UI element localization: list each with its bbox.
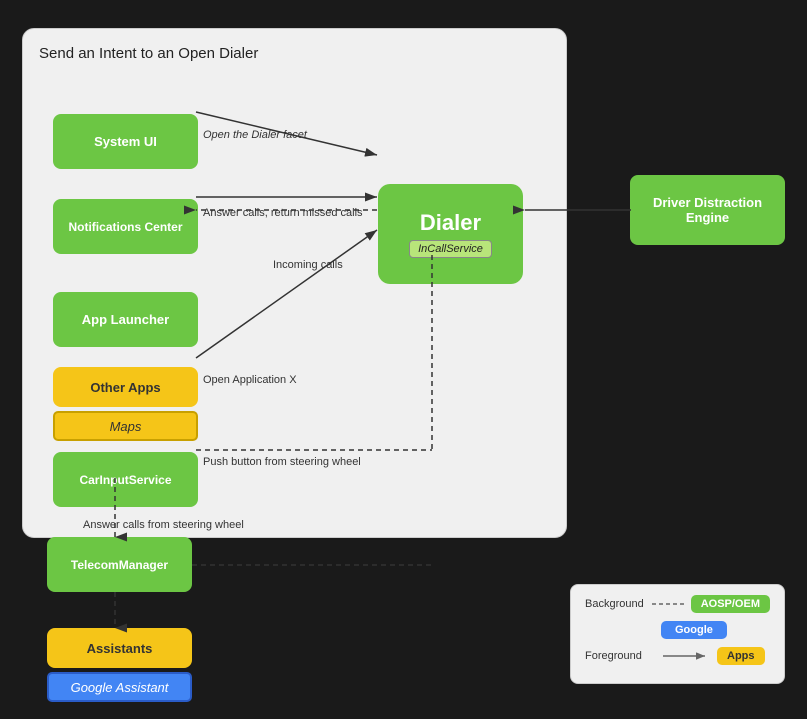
telecom-box: TelecomManager: [47, 537, 192, 592]
open-dialer-label: Open the Dialer facet: [203, 129, 307, 141]
google-label: Google: [661, 621, 727, 639]
system-ui-box: System UI: [53, 114, 198, 169]
google-assistant-box: Google Assistant: [47, 672, 192, 702]
legend-box: Background AOSP/OEM Google Foreground Ap…: [570, 584, 785, 684]
legend-background-row: Background AOSP/OEM: [585, 595, 770, 613]
foreground-arrow: [661, 650, 711, 662]
incoming-calls-label: Incoming calls: [273, 259, 343, 271]
background-arrow: [650, 598, 685, 610]
carinput-box: CarInputService: [53, 452, 198, 507]
push-button-label: Push button from steering wheel: [203, 456, 361, 468]
open-app-label: Open Application X: [203, 374, 297, 386]
notifications-center-box: Notifications Center: [53, 199, 198, 254]
assistants-section: Assistants Google Assistant: [47, 628, 192, 698]
dialer-box: Dialer InCallService: [378, 184, 523, 284]
legend-google-row: Google: [585, 621, 770, 639]
main-diagram: Send an Intent to an Open Dialer System …: [22, 28, 567, 538]
diagram-title: Send an Intent to an Open Dialer: [39, 45, 258, 62]
apps-label: Apps: [717, 647, 765, 665]
other-apps-box: Other Apps: [53, 367, 198, 407]
assistants-box: Assistants: [47, 628, 192, 668]
legend-foreground-row: Foreground Apps: [585, 647, 770, 665]
maps-box: Maps: [53, 411, 198, 441]
foreground-label: Foreground: [585, 650, 655, 662]
answer-calls-label: Answer calls, return missed calls: [203, 207, 363, 219]
aosp-label: AOSP/OEM: [691, 595, 770, 613]
app-launcher-box: App Launcher: [53, 292, 198, 347]
driver-distraction-box: Driver Distraction Engine: [630, 175, 785, 245]
background-label: Background: [585, 598, 644, 610]
answer-steering-label: Answer calls from steering wheel: [83, 519, 244, 531]
